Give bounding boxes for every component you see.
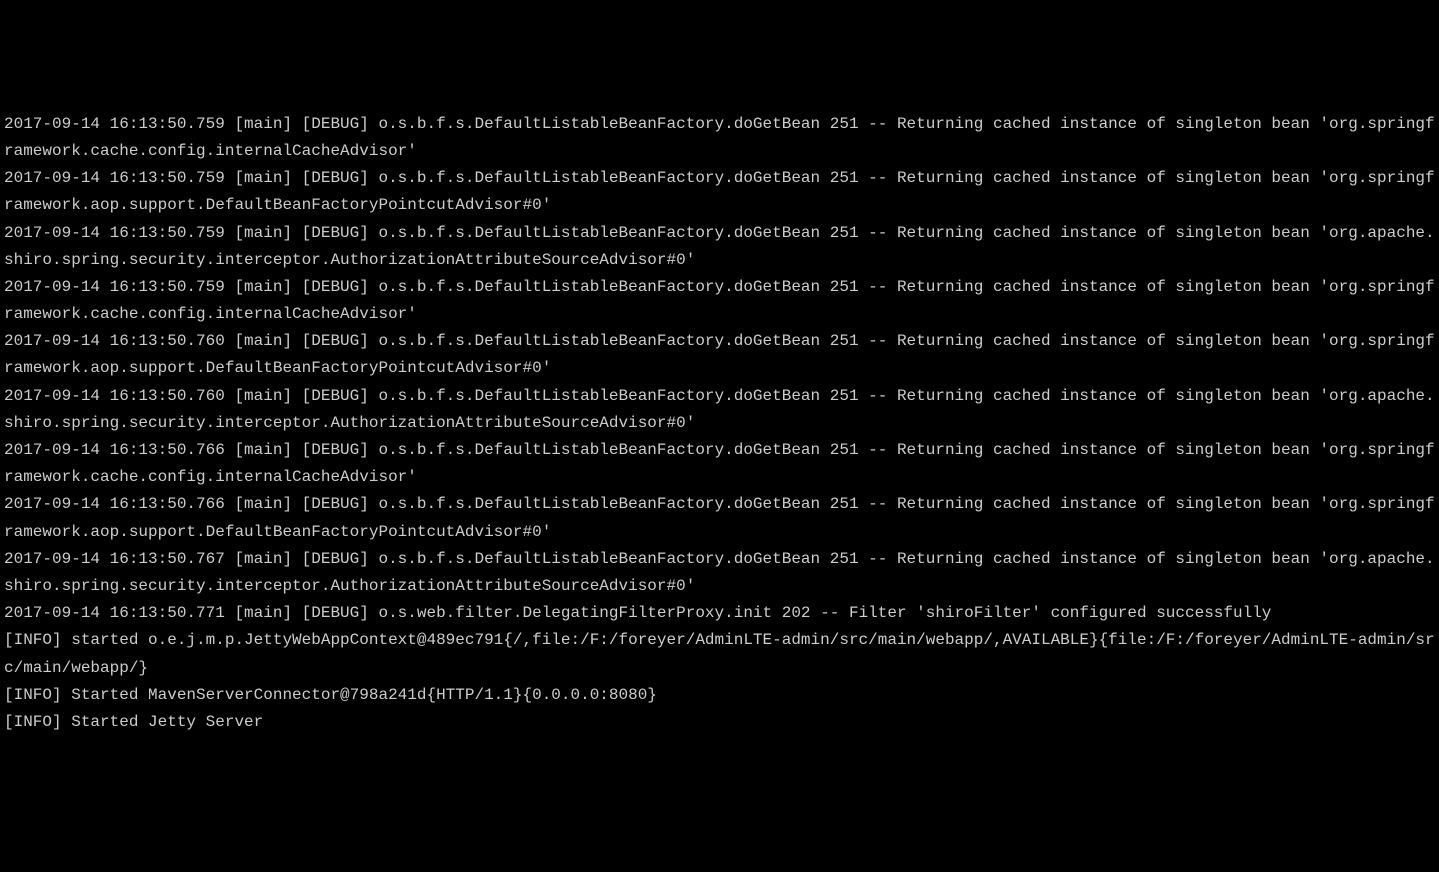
log-line: 2017-09-14 16:13:50.767 [main] [DEBUG] o…	[4, 546, 1435, 600]
log-line: 2017-09-14 16:13:50.766 [main] [DEBUG] o…	[4, 491, 1435, 545]
log-line: 2017-09-14 16:13:50.766 [main] [DEBUG] o…	[4, 437, 1435, 491]
log-line: [INFO] started o.e.j.m.p.JettyWebAppCont…	[4, 627, 1435, 681]
log-line: 2017-09-14 16:13:50.759 [main] [DEBUG] o…	[4, 165, 1435, 219]
log-line: 2017-09-14 16:13:50.759 [main] [DEBUG] o…	[4, 111, 1435, 165]
log-line: 2017-09-14 16:13:50.759 [main] [DEBUG] o…	[4, 220, 1435, 274]
log-line: 2017-09-14 16:13:50.771 [main] [DEBUG] o…	[4, 600, 1435, 627]
console-output: 2017-09-14 16:13:50.759 [main] [DEBUG] o…	[4, 111, 1435, 736]
log-line: [INFO] Started Jetty Server	[4, 709, 1435, 736]
log-line: 2017-09-14 16:13:50.760 [main] [DEBUG] o…	[4, 328, 1435, 382]
log-line: 2017-09-14 16:13:50.759 [main] [DEBUG] o…	[4, 274, 1435, 328]
log-line: [INFO] Started MavenServerConnector@798a…	[4, 682, 1435, 709]
log-line: 2017-09-14 16:13:50.760 [main] [DEBUG] o…	[4, 383, 1435, 437]
